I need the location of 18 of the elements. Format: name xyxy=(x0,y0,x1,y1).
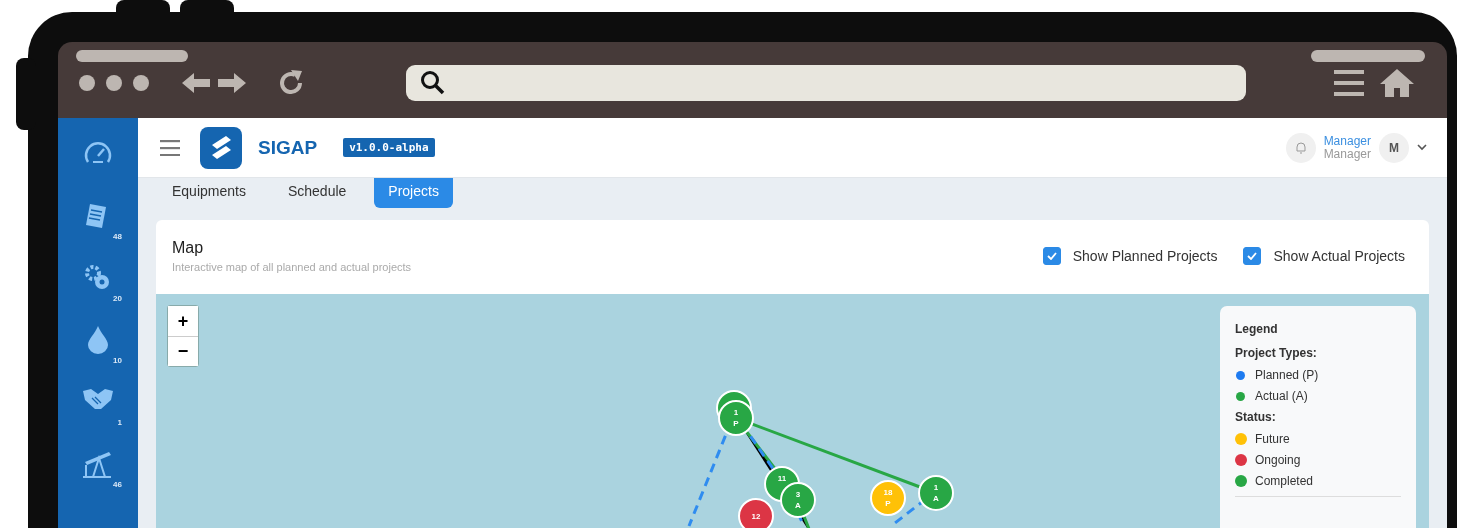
count-label: 10 xyxy=(113,356,122,365)
count-label: 20 xyxy=(113,294,122,303)
card-title: Map xyxy=(172,239,205,257)
legend-title: Legend xyxy=(1235,322,1279,336)
legend-label: Actual (A) xyxy=(1255,389,1308,403)
count-label: 48 xyxy=(113,232,122,241)
app-name: SIGAP xyxy=(258,136,318,159)
user-role: Manager xyxy=(1323,147,1371,161)
legend-heading: Status: xyxy=(1235,410,1277,424)
legend-heading: Project Types: xyxy=(1235,346,1318,360)
legend-label: Completed xyxy=(1255,474,1314,488)
legend-label: Ongoing xyxy=(1255,453,1301,467)
card-subtitle: Interactive map of all planned and actual projects xyxy=(172,261,412,273)
count-label: 1 xyxy=(117,418,122,427)
legend-label: Planned (P) xyxy=(1255,368,1319,382)
count-label: 46 xyxy=(113,480,122,489)
version-badge: v1.0.0-alpha xyxy=(343,138,435,157)
legend-label: Future xyxy=(1255,432,1290,446)
